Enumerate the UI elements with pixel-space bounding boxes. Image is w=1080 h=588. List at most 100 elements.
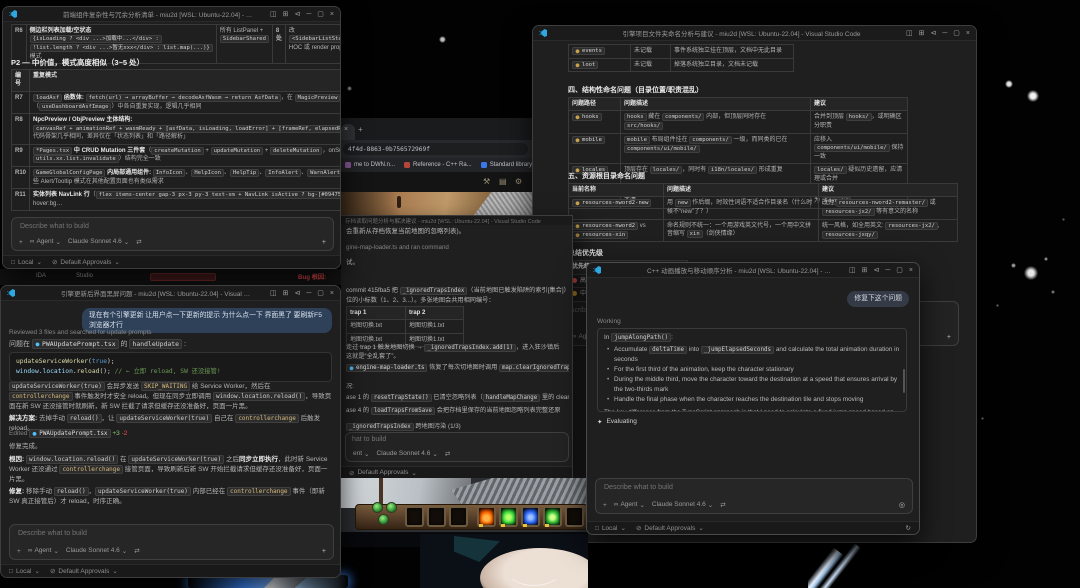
close-button[interactable]: × [909, 267, 913, 274]
maximize-button[interactable]: ▢ [896, 266, 903, 274]
window-component-redundancy: 前端组件复杂性与冗余分析清单 - miu2d [WSL: Ubuntu-22.0… [2, 6, 341, 269]
titlebar[interactable]: C++ 动画播放与移动顺序分析 - miu2d [WSL: Ubuntu-22.… [587, 263, 919, 278]
bokeh-dot [1005, 80, 1013, 88]
bookmark-item[interactable]: me to DWN.n... [345, 162, 395, 168]
col-header: 建议 [810, 96, 908, 112]
model-selector[interactable]: Claude Sonnet 4.6 ⌄ [66, 547, 127, 555]
agent-selector[interactable]: ent ⌄ [353, 450, 370, 458]
table-row: R11 实体列表 NavLink 行（ flex items-center gap… [10, 188, 340, 212]
close-button[interactable]: × [966, 30, 970, 37]
maximize-button[interactable]: ▢ [317, 289, 324, 297]
edited-file-line[interactable]: Edited PWAUpdatePrompt.tsx +3 -2 [9, 429, 127, 439]
suggestion-cell: 合并到顶层 hooks/，或明确区分职责 [810, 110, 908, 134]
chat-input[interactable]: Describe what to build + ∞ Agent ⌄ Claud… [11, 217, 334, 251]
tools-icon[interactable]: ⇄ [720, 501, 725, 509]
grid-layout-icon[interactable]: ⊞ [862, 266, 868, 274]
shield-icon: ⊘ [51, 259, 58, 266]
bookmark-item[interactable]: Standard library - p... [480, 162, 532, 168]
game-pole [379, 478, 383, 504]
chat-input[interactable]: hat to build ent ⌄ Claude Sonnet 4.6 ⌄ ⇄ [345, 432, 569, 462]
agent-selector[interactable]: ∞ Agent ⌄ [614, 501, 645, 509]
local-selector[interactable]: □ Local ⌄ [595, 524, 626, 533]
add-context-icon[interactable]: + [17, 548, 21, 555]
add-context-icon[interactable]: + [603, 502, 607, 509]
minimize-button[interactable]: ─ [306, 290, 311, 297]
skill-slot-empty[interactable] [427, 506, 446, 527]
local-selector[interactable]: □ Local ⌄ [11, 258, 42, 267]
grid-layout-icon[interactable]: ⊞ [283, 289, 289, 297]
minimize-button[interactable]: ─ [885, 267, 890, 274]
skill-slot-empty[interactable] [565, 506, 584, 527]
panel-layout-icon[interactable]: ◫ [270, 289, 277, 297]
panel-layout-icon[interactable]: ◫ [849, 266, 856, 274]
cast-icon[interactable]: ⊲ [294, 10, 300, 18]
bookmark-favicon [404, 162, 411, 168]
maximize-button[interactable]: ▢ [953, 29, 960, 37]
save-icon[interactable]: ▤ [499, 177, 507, 186]
minimize-button[interactable]: ─ [942, 30, 947, 37]
cast-icon[interactable]: ⊲ [294, 289, 300, 297]
tools-icon[interactable]: ⇄ [445, 450, 450, 458]
model-selector[interactable]: Claude Sonnet 4.6 ⌄ [68, 238, 129, 246]
add-context-icon[interactable]: + [19, 239, 23, 246]
vscode-logo-icon [593, 266, 601, 274]
wallpaper-figure [420, 534, 588, 588]
maximize-button[interactable]: ▢ [317, 10, 324, 18]
gear-icon[interactable]: ⚙ [515, 177, 522, 186]
wrench-icon[interactable]: ⚒ [483, 177, 490, 186]
step-item: Accumulate deltaTime into _jumpElapsedSe… [606, 345, 900, 365]
working-label: Working [597, 318, 621, 325]
titlebar[interactable]: 引擎项目文件夹命名分析与建议 - miu2d [WSL: Ubuntu-22.0… [533, 26, 976, 41]
skill-slot-empty[interactable] [449, 506, 468, 527]
agent-selector[interactable]: ∞ Agent ⌄ [30, 238, 61, 246]
approvals-selector[interactable]: ⊘ Default Approvals ⌄ [636, 524, 704, 533]
tab-close-icon[interactable]: × [344, 126, 348, 133]
tab-studio[interactable]: Studio [76, 272, 93, 281]
close-button[interactable]: × [330, 11, 334, 18]
life-orb [372, 502, 383, 513]
model-selector[interactable]: Claude Sonnet 4.6 ⌄ [652, 501, 713, 509]
desc-cell: 用 new 作后缀，时效性词语不适合作目录名（什么时候不“new”了？） [663, 196, 819, 220]
tools-icon[interactable]: ⇄ [134, 547, 139, 555]
approvals-selector[interactable]: ⊘ Default Approvals ⌄ [50, 567, 118, 576]
table-row: R8 NpcPreview / ObjPreview 主体结构: canvasR… [10, 113, 340, 145]
status-bar: □ Local ⌄ ⊘ Default Approvals ⌄ [1, 564, 340, 577]
scrollbar-thumb[interactable] [903, 369, 905, 393]
table-row: mobile mobile 布局组件挂在 components/ 一级，而同类的… [568, 132, 908, 165]
address-bar[interactable]: 4f4d-8863-0b756572969f [343, 143, 528, 155]
panel-layout-icon[interactable]: ◫ [906, 29, 913, 37]
monitor-icon: □ [9, 567, 13, 575]
local-selector[interactable]: □ Local ⌄ [9, 567, 40, 576]
cast-icon[interactable]: ⊲ [930, 29, 936, 37]
cast-icon[interactable]: ⊲ [873, 266, 879, 274]
chevron-down-icon: ⌄ [55, 239, 61, 246]
titlebar[interactable]: 存档读取问题分析与解决建议 - miu2d [WSL: Ubuntu-22.04… [341, 216, 572, 225]
bookmark-item[interactable]: Reference - C++ Ra... [404, 162, 472, 168]
attach-button[interactable]: + [322, 548, 326, 555]
tools-icon[interactable]: ⇄ [136, 238, 141, 246]
titlebar[interactable]: 前端组件复杂性与冗余分析清单 - miu2d [WSL: Ubuntu-22.0… [3, 7, 340, 22]
chat-input[interactable]: Describe what to build + ∞ Agent ⌄ Claud… [9, 524, 334, 560]
attach-button[interactable]: + [322, 239, 326, 246]
attach-button[interactable]: + [947, 334, 951, 341]
step-item: Handle the final phase when the characte… [606, 395, 900, 405]
close-button[interactable]: × [330, 290, 334, 297]
wallpaper-crystal [808, 541, 872, 588]
titlebar[interactable]: 引擎更新后界面黑屏问题 - miu2d [WSL: Ubuntu-22.04] … [1, 286, 340, 301]
minimize-button[interactable]: ─ [306, 11, 311, 18]
grid-layout-icon[interactable]: ⊞ [283, 10, 289, 18]
window-cpp-animation-analysis: C++ 动画播放与移动顺序分析 - miu2d [WSL: Ubuntu-22.… [586, 262, 920, 535]
tab-ida[interactable]: IDA [36, 272, 46, 281]
chat-input[interactable]: Describe what to build + ∞ Agent ⌄ Claud… [595, 478, 913, 514]
chat-text-line: 这就是“全乱套了”。 [346, 353, 400, 360]
model-selector[interactable]: Claude Sonnet 4.6 ⌄ [377, 450, 438, 458]
new-tab-icon[interactable]: + [358, 125, 363, 134]
approvals-selector[interactable]: ⊘ Default Approvals ⌄ [51, 258, 120, 267]
grid-layout-icon[interactable]: ⊞ [919, 29, 925, 37]
panel-layout-icon[interactable]: ◫ [270, 10, 277, 18]
agent-selector[interactable]: ∞ Agent ⌄ [28, 547, 59, 555]
figure-necklace [506, 552, 562, 586]
approvals-selector[interactable]: ⊘ Default Approvals ⌄ [349, 469, 417, 477]
skill-slot-empty[interactable] [405, 506, 424, 527]
record-button[interactable]: ◎ [899, 501, 905, 509]
